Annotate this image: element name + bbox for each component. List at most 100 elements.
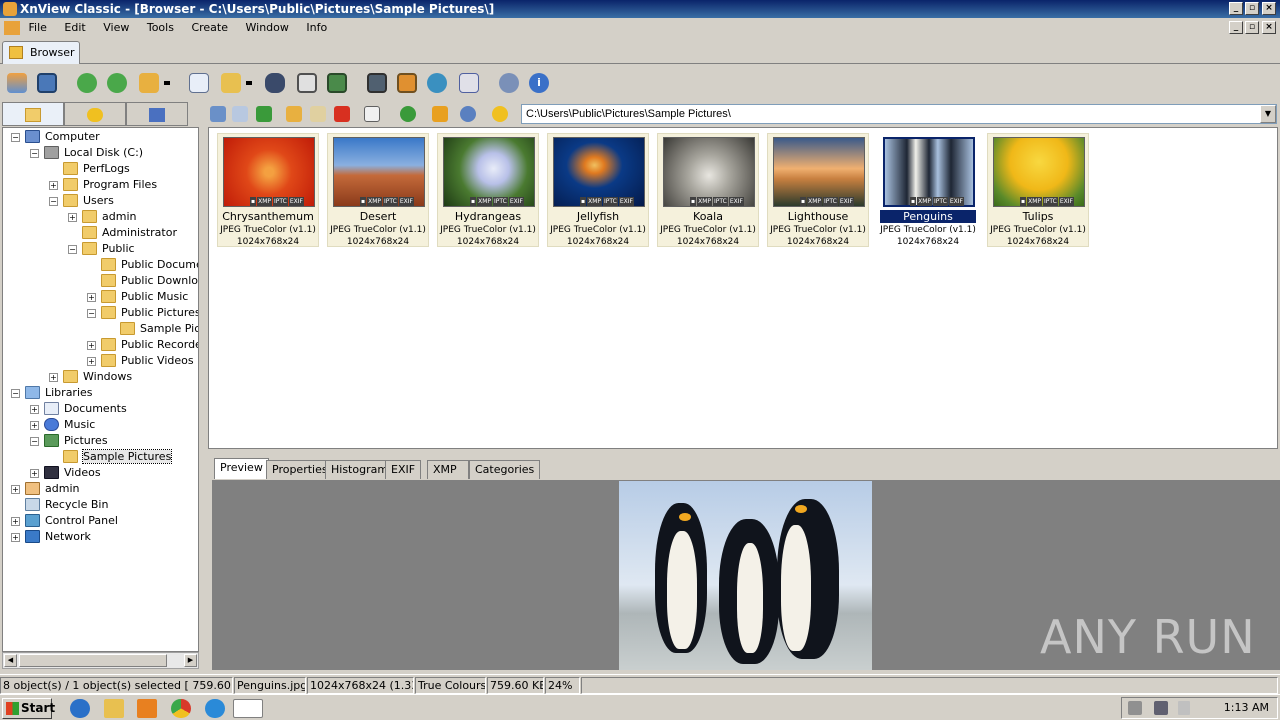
thumbnail-card[interactable]: ▪ XMP IPTC EXIF Lighthouse JPEG TrueColor (… <box>767 133 869 247</box>
contact-sheet-button[interactable] <box>456 70 482 96</box>
speaker-icon[interactable] <box>1128 701 1142 715</box>
tree-item-public-documents[interactable]: Public Documents <box>101 257 198 273</box>
collapse-toggle[interactable]: − <box>30 149 39 158</box>
expand-toggle[interactable]: + <box>87 341 96 350</box>
filter-icon[interactable] <box>432 106 448 122</box>
expand-toggle[interactable]: + <box>68 213 77 222</box>
move-dropdown[interactable] <box>244 70 256 96</box>
chrome-icon[interactable] <box>171 699 191 718</box>
tab-exif[interactable]: EXIF <box>385 460 422 479</box>
tab-favorites[interactable] <box>64 102 126 126</box>
minimize-button[interactable]: _ <box>1229 2 1243 15</box>
collapse-toggle[interactable]: − <box>87 309 96 318</box>
rotate-right-button[interactable] <box>104 70 130 96</box>
print-button[interactable] <box>294 70 320 96</box>
tree-item-network[interactable]: Network <box>25 529 91 545</box>
delete-icon[interactable] <box>334 106 350 122</box>
collapse-toggle[interactable]: − <box>11 389 20 398</box>
view-mode-icon[interactable] <box>364 106 380 122</box>
expand-toggle[interactable]: + <box>49 181 58 190</box>
explorer-icon[interactable] <box>104 699 124 718</box>
restore-button[interactable]: ▫ <box>1245 2 1259 15</box>
expand-toggle[interactable]: + <box>30 405 39 414</box>
expand-toggle[interactable]: + <box>87 293 96 302</box>
rotate-left-button[interactable] <box>74 70 100 96</box>
favorite-star-icon[interactable] <box>492 106 508 122</box>
doc-restore-button[interactable]: ▫ <box>1245 21 1259 34</box>
tree-item-windows[interactable]: Windows <box>63 369 132 385</box>
scroll-right-arrow-icon[interactable]: ▶ <box>184 654 197 667</box>
menu-edit[interactable]: Edit <box>64 18 85 38</box>
doc-close-button[interactable]: × <box>1262 21 1276 34</box>
tree-item-sample-pictures-public[interactable]: Sample Pictures <box>120 321 198 337</box>
tree-item-recycle-bin[interactable]: Recycle Bin <box>25 497 108 513</box>
thumbnail-card[interactable]: ▪ XMP IPTC EXIF Chrysanthemum JPEG TrueColo… <box>217 133 319 247</box>
settings-button[interactable] <box>496 70 522 96</box>
tree-item-public-recorded-tv[interactable]: Public Recorded TV <box>101 337 198 353</box>
path-dropdown-chevron-icon[interactable]: ▼ <box>1260 105 1276 123</box>
tree-item-users[interactable]: Users <box>63 193 114 209</box>
find-button[interactable] <box>262 70 288 96</box>
tab-categories[interactable] <box>126 102 188 126</box>
close-button[interactable]: × <box>1262 2 1276 15</box>
refresh-icon[interactable] <box>460 106 476 122</box>
media-player-icon[interactable] <box>137 699 157 718</box>
tree-item-public-music[interactable]: Public Music <box>101 289 188 305</box>
pane-splitter[interactable] <box>200 100 208 670</box>
tree-item-public[interactable]: Public <box>82 241 135 257</box>
move-button[interactable] <box>218 70 244 96</box>
expand-toggle[interactable]: + <box>11 485 20 494</box>
fullscreen-button[interactable] <box>34 70 60 96</box>
tab-categories[interactable]: Categories <box>469 460 541 479</box>
tab-xmp[interactable]: XMP <box>427 460 469 479</box>
tree-item-admin-user[interactable]: admin <box>25 481 79 497</box>
tree-item-public-videos[interactable]: Public Videos <box>101 353 194 369</box>
sort-icon[interactable] <box>400 106 416 122</box>
thumbnail-card[interactable]: ▪ XMP IPTC EXIF Koala JPEG TrueColor (v1.1)… <box>657 133 759 247</box>
expand-toggle[interactable]: + <box>49 373 58 382</box>
expand-toggle[interactable]: + <box>11 517 20 526</box>
slideshow-button[interactable] <box>324 70 350 96</box>
forward-arrow-icon[interactable] <box>232 106 248 122</box>
tree-item-computer[interactable]: Computer <box>25 129 100 145</box>
network-tray-icon[interactable] <box>1154 701 1168 715</box>
collapse-toggle[interactable]: − <box>30 437 39 446</box>
menu-window[interactable]: Window <box>246 18 289 38</box>
menu-file[interactable]: File <box>29 18 47 38</box>
tab-properties[interactable]: Properties <box>266 460 334 479</box>
menu-tools[interactable]: Tools <box>147 18 174 38</box>
collapse-toggle[interactable]: − <box>49 197 58 206</box>
back-arrow-icon[interactable] <box>210 106 226 122</box>
tree-item-administrator[interactable]: Administrator <box>82 225 177 241</box>
thumbnail-card[interactable]: ▪ XMP IPTC EXIF Desert JPEG TrueColor (v1.1… <box>327 133 429 247</box>
tree-item-perflogs[interactable]: PerfLogs <box>63 161 130 177</box>
expand-toggle[interactable]: + <box>87 357 96 366</box>
thumbnail-card[interactable]: ▪ XMP IPTC EXIF Hydrangeas JPEG TrueColor (… <box>437 133 539 247</box>
open-image-button[interactable] <box>4 70 30 96</box>
capture-button[interactable] <box>364 70 390 96</box>
flag-icon[interactable] <box>1178 701 1190 715</box>
tree-item-control-panel[interactable]: Control Panel <box>25 513 118 529</box>
tree-item-pictures[interactable]: Pictures <box>44 433 108 449</box>
xnview-taskbar-icon[interactable] <box>233 699 263 718</box>
rename-icon[interactable] <box>310 106 326 122</box>
tree-item-sample-pictures[interactable]: Sample Pictures <box>63 449 173 465</box>
tree-item-public-pictures[interactable]: Public Pictures <box>101 305 198 321</box>
expand-toggle[interactable]: + <box>30 469 39 478</box>
menu-info[interactable]: Info <box>306 18 327 38</box>
tree-item-program-files[interactable]: Program Files <box>63 177 157 193</box>
copy-button[interactable] <box>186 70 212 96</box>
start-button[interactable]: Start <box>2 698 55 719</box>
expand-toggle[interactable]: + <box>30 421 39 430</box>
tree-item-local-disk[interactable]: Local Disk (C:) <box>44 145 143 161</box>
collapse-toggle[interactable]: − <box>11 133 20 142</box>
horizontal-splitter[interactable] <box>208 449 1280 458</box>
info-button[interactable]: i <box>526 70 552 96</box>
acquire-dropdown[interactable] <box>162 70 174 96</box>
menu-create[interactable]: Create <box>191 18 228 38</box>
tree-item-documents[interactable]: Documents <box>44 401 127 417</box>
expand-toggle[interactable]: + <box>11 533 20 542</box>
scroll-left-arrow-icon[interactable]: ◀ <box>4 654 17 667</box>
tab-histogram[interactable]: Histogram <box>325 460 395 479</box>
collapse-toggle[interactable]: − <box>68 245 77 254</box>
